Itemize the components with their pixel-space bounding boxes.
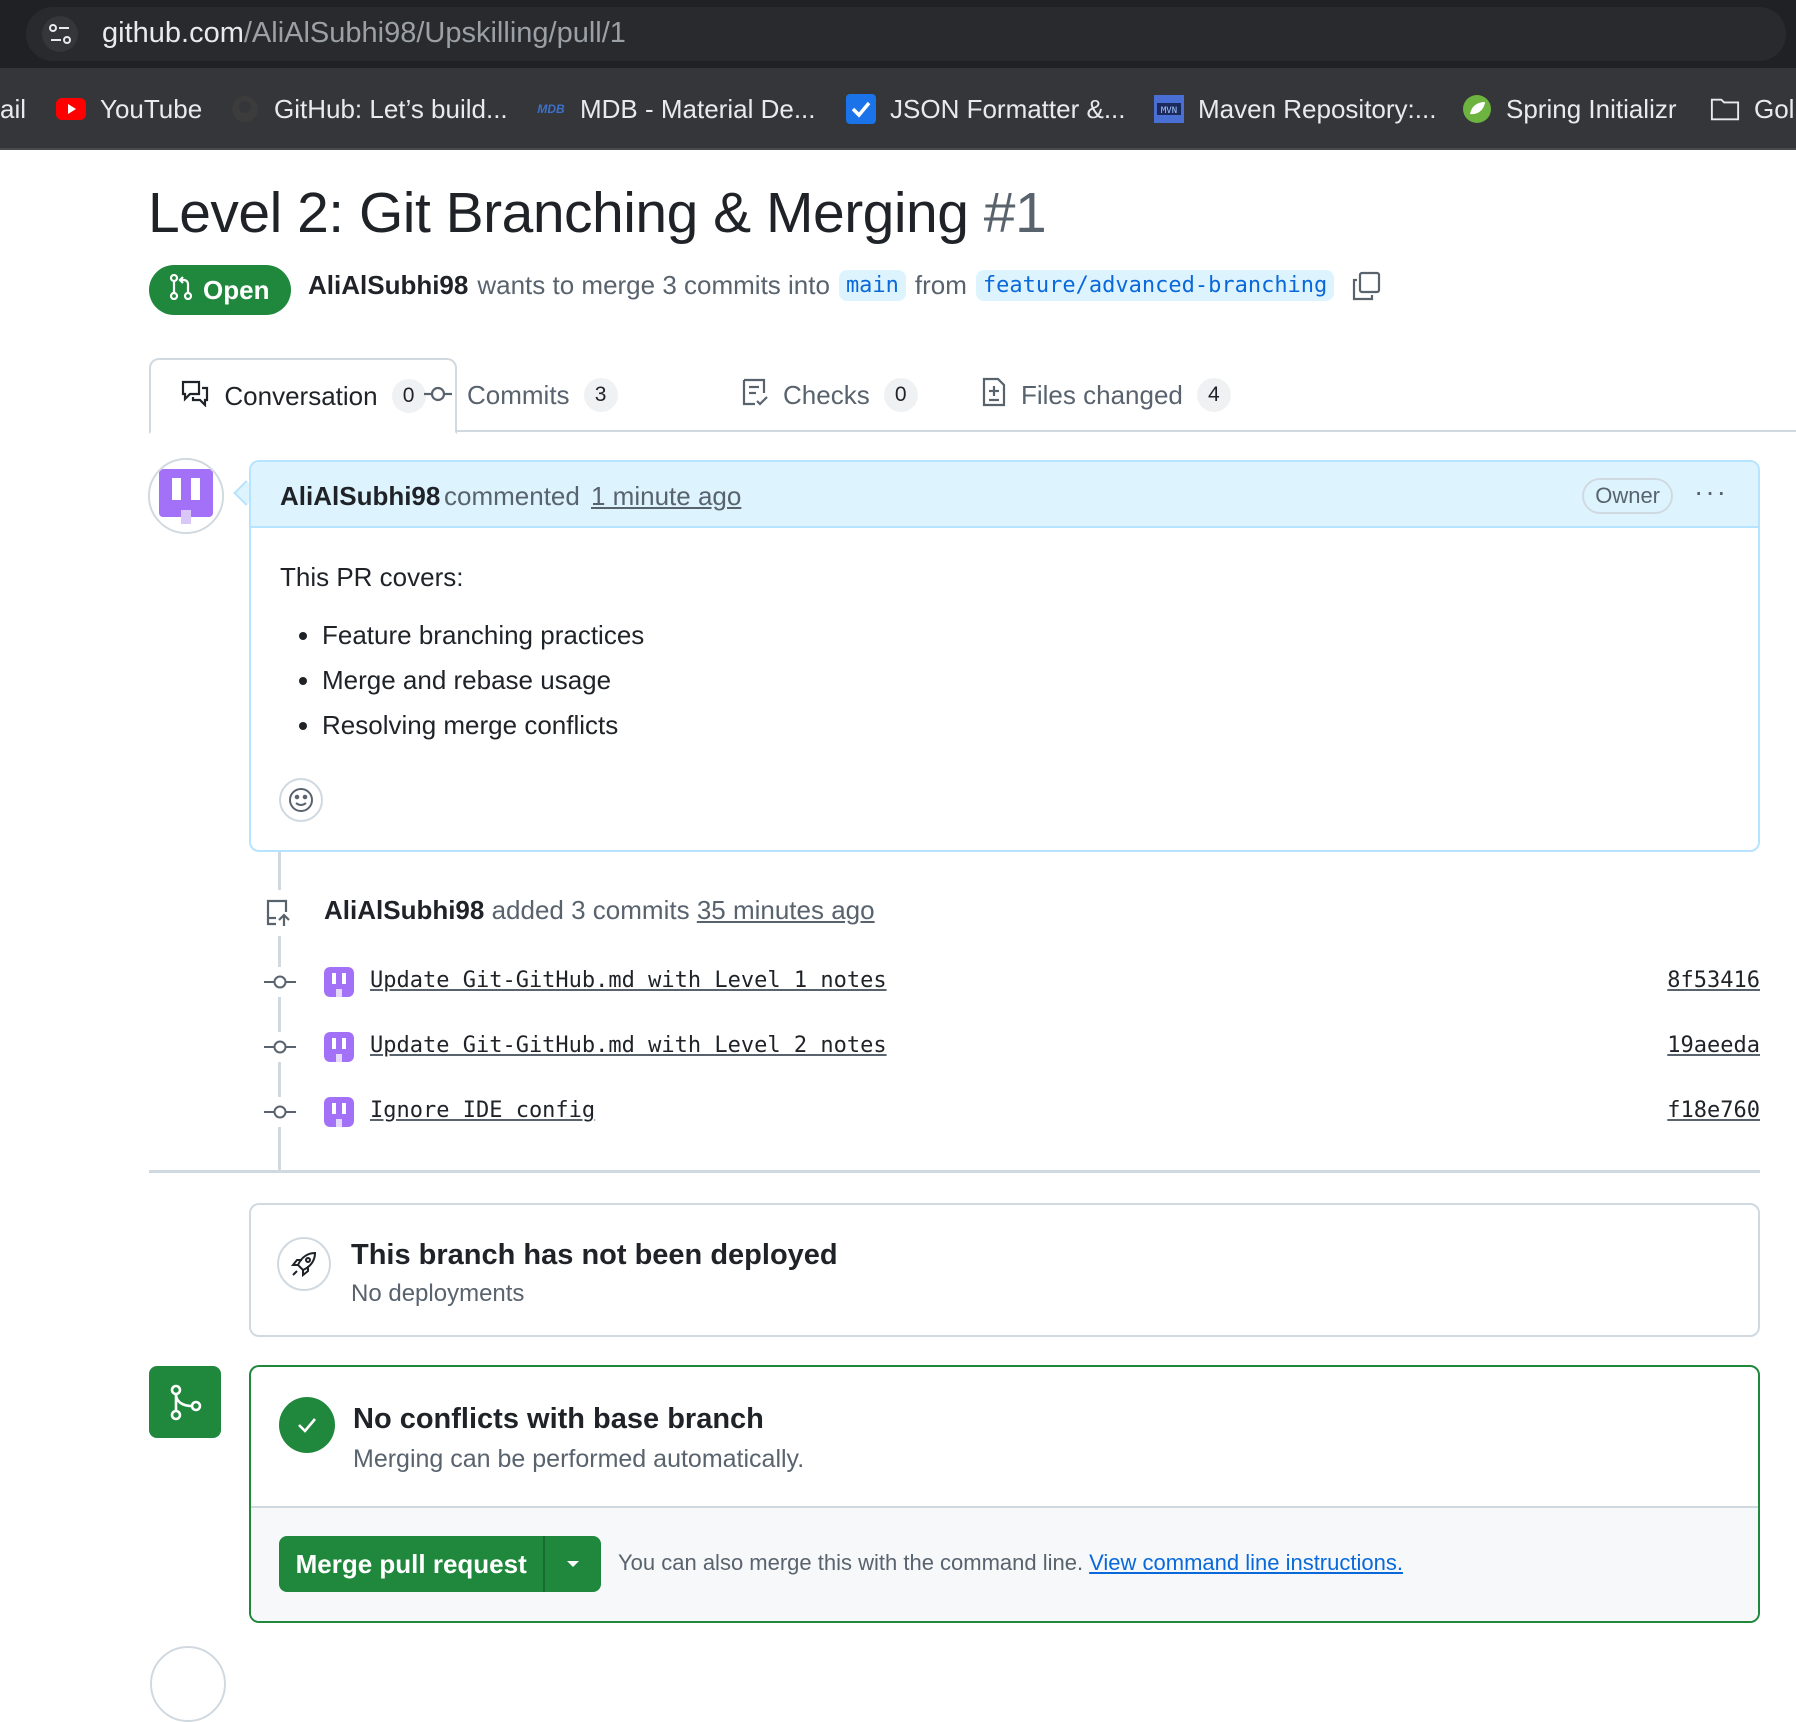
avatar[interactable] xyxy=(324,967,354,997)
avatar[interactable] xyxy=(150,1646,226,1722)
commit-row: Update Git-GitHub.md with Level 2 notes … xyxy=(262,1030,1760,1064)
merge-status-subtitle: Merging can be performed automatically. xyxy=(353,1445,805,1473)
git-pull-request-icon xyxy=(169,273,193,307)
browser-url-bar: github.com/AliAlSubhi98/Upskilling/pull/… xyxy=(0,0,1796,68)
pr-number: #1 xyxy=(983,181,1047,245)
bookmark-json-formatter[interactable]: JSON Formatter &... xyxy=(846,93,1126,125)
tab-counter: 0 xyxy=(883,378,918,412)
commit-message[interactable]: Ignore IDE config xyxy=(370,1098,595,1123)
bookmark-github[interactable]: GitHub: Let’s build... xyxy=(230,93,508,125)
json-formatter-icon xyxy=(846,94,876,124)
bookmark-mail[interactable]: ail xyxy=(0,93,26,125)
repo-push-icon xyxy=(256,890,302,936)
comment-header: AliAlSubhi98 commented 1 minute ago Owne… xyxy=(251,462,1758,528)
commit-message[interactable]: Update Git-GitHub.md with Level 1 notes xyxy=(370,968,887,993)
comment-discussion-icon xyxy=(180,379,210,414)
merge-note-text: You can also merge this with the command… xyxy=(618,1550,1084,1575)
github-icon xyxy=(230,94,260,124)
git-commit-icon xyxy=(262,967,298,997)
git-commit-icon xyxy=(262,1097,298,1127)
commit-sha[interactable]: 8f53416 xyxy=(1667,968,1760,993)
file-diff-icon xyxy=(981,377,1007,414)
head-branch[interactable]: feature/advanced-branching xyxy=(975,270,1335,301)
merge-box: No conflicts with base branch Merging ca… xyxy=(249,1365,1760,1623)
deployment-subtitle: No deployments xyxy=(351,1280,525,1307)
merge-status-title: No conflicts with base branch xyxy=(353,1403,764,1435)
git-commit-icon xyxy=(423,380,453,411)
url-text[interactable]: github.com/AliAlSubhi98/Upskilling/pull/… xyxy=(102,17,626,50)
tab-counter: 3 xyxy=(583,378,618,412)
tab-counter: 4 xyxy=(1196,378,1231,412)
deployment-title: This branch has not been deployed xyxy=(351,1239,838,1271)
avatar[interactable] xyxy=(324,1097,354,1127)
tab-files-changed[interactable]: Files changed 4 xyxy=(981,360,1231,430)
push-action: added 3 commits xyxy=(491,895,690,925)
tab-checks[interactable]: Checks 0 xyxy=(741,360,918,430)
youtube-icon xyxy=(56,94,86,124)
command-line-instructions-link[interactable]: View command line instructions. xyxy=(1089,1550,1403,1575)
comment-list: Feature branching practices Merge and re… xyxy=(280,619,644,754)
commit-message[interactable]: Update Git-GitHub.md with Level 2 notes xyxy=(370,1033,887,1058)
pr-from-text: from xyxy=(914,270,967,300)
list-item: Feature branching practices xyxy=(322,619,644,664)
avatar[interactable] xyxy=(324,1032,354,1062)
spring-icon xyxy=(1462,94,1492,124)
base-branch[interactable]: main xyxy=(838,270,906,301)
git-commit-icon xyxy=(262,1032,298,1062)
mdb-icon: MDB xyxy=(537,102,565,116)
commit-sha[interactable]: 19aeeda xyxy=(1667,1033,1760,1058)
push-timestamp[interactable]: 35 minutes ago xyxy=(697,895,875,925)
comment-author[interactable]: AliAlSubhi98 xyxy=(280,481,440,512)
timeline-break xyxy=(149,1170,1760,1173)
pr-author[interactable]: AliAlSubhi98 xyxy=(308,270,468,301)
kebab-menu-icon[interactable]: ··· xyxy=(1694,478,1728,506)
push-event: AliAlSubhi98 added 3 commits 35 minutes … xyxy=(324,895,875,926)
bookmark-youtube[interactable]: YouTube xyxy=(56,93,202,125)
deployment-box: This branch has not been deployed No dep… xyxy=(249,1203,1760,1337)
list-item: Resolving merge conflicts xyxy=(322,709,644,754)
pr-description-comment: AliAlSubhi98 commented 1 minute ago Owne… xyxy=(249,460,1760,852)
avatar[interactable] xyxy=(148,458,224,534)
push-author[interactable]: AliAlSubhi98 xyxy=(324,895,484,925)
copy-icon[interactable] xyxy=(1351,271,1381,301)
pr-meta: AliAlSubhi98 wants to merge 3 commits in… xyxy=(308,270,1381,301)
pr-tabs: Conversation 0 Commits 3 Checks 0 Files … xyxy=(149,358,1796,434)
bookmark-maven[interactable]: MVN Maven Repository:... xyxy=(1154,93,1436,125)
site-settings-icon[interactable] xyxy=(42,16,78,52)
bookmark-spring-initializr[interactable]: Spring Initializr xyxy=(1462,93,1677,125)
commit-sha[interactable]: f18e760 xyxy=(1667,1098,1760,1123)
checklist-icon xyxy=(741,377,769,414)
pr-merge-text: wants to merge 3 commits into xyxy=(477,270,830,300)
merge-footer: Merge pull request You can also merge th… xyxy=(251,1506,1758,1621)
merge-button-group: Merge pull request xyxy=(279,1536,601,1592)
pr-title: Level 2: Git Branching & Merging #1 xyxy=(148,180,1047,246)
tab-commits[interactable]: Commits 3 xyxy=(423,360,618,430)
folder-icon xyxy=(1710,94,1740,124)
smiley-icon[interactable] xyxy=(279,778,323,822)
comment-action: commented xyxy=(444,481,580,511)
bookmarks-bar: ail YouTube GitHub: Let’s build... MDB M… xyxy=(0,68,1796,150)
svg-text:MVN: MVN xyxy=(1161,106,1177,116)
pr-state-badge: Open xyxy=(149,265,292,315)
comment-timestamp[interactable]: 1 minute ago xyxy=(591,481,741,512)
tab-counter: 0 xyxy=(391,379,426,413)
bookmark-folder[interactable]: Gol xyxy=(1710,93,1794,125)
merge-pull-request-button[interactable]: Merge pull request xyxy=(279,1536,543,1592)
maven-icon: MVN xyxy=(1154,94,1184,124)
commit-row: Ignore IDE config f18e760 xyxy=(262,1095,1760,1129)
git-merge-icon xyxy=(149,1366,221,1438)
rocket-icon xyxy=(277,1237,331,1291)
owner-badge: Owner xyxy=(1582,478,1673,514)
tab-conversation[interactable]: Conversation 0 xyxy=(149,358,457,434)
commit-row: Update Git-GitHub.md with Level 1 notes … xyxy=(262,965,1760,999)
bookmark-mdb[interactable]: MDB MDB - Material De... xyxy=(536,93,815,125)
check-circle-icon xyxy=(279,1397,335,1453)
merge-note: You can also merge this with the command… xyxy=(618,1550,1403,1576)
pr-title-text: Level 2: Git Branching & Merging xyxy=(148,181,969,245)
comment-intro: This PR covers: xyxy=(280,562,464,592)
list-item: Merge and rebase usage xyxy=(322,664,644,709)
chevron-down-icon[interactable] xyxy=(543,1536,601,1592)
